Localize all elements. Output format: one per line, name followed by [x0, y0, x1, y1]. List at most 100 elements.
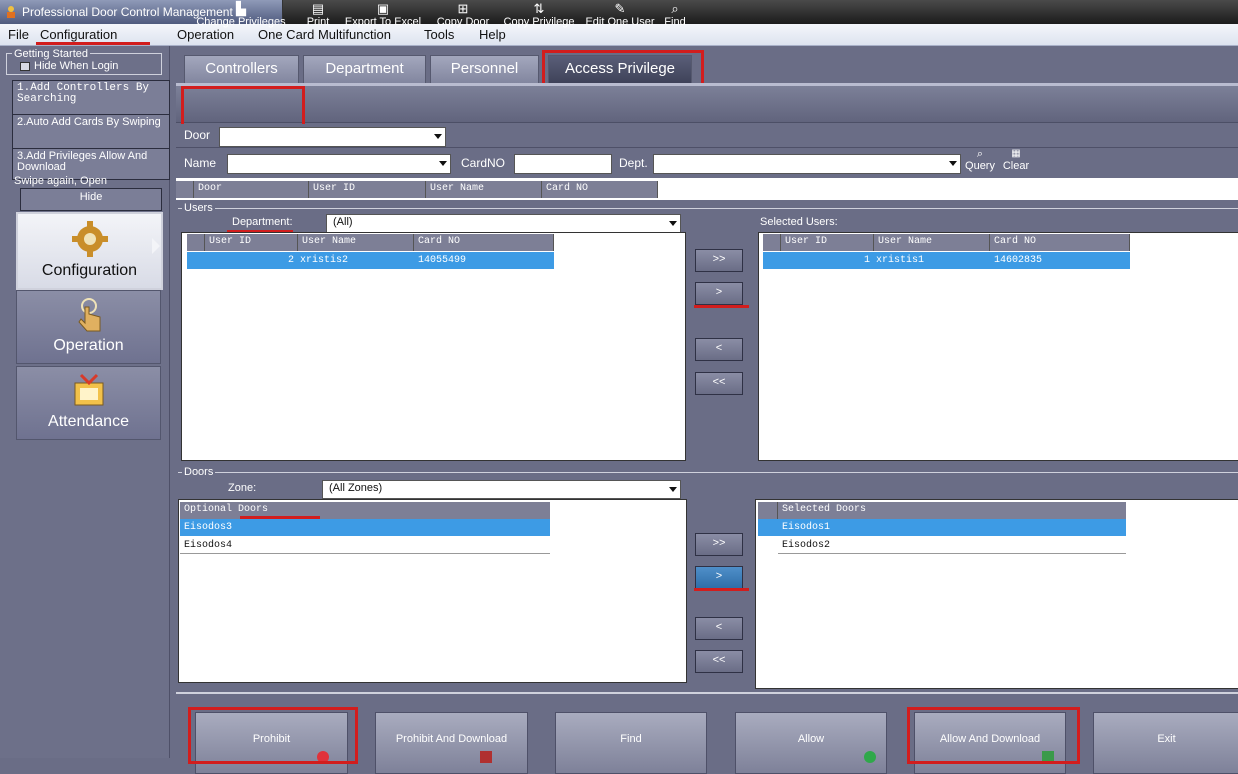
nav-operation[interactable]: Operation	[16, 290, 161, 364]
find-bottom-button[interactable]: Find	[555, 712, 707, 774]
selected-user-name[interactable]: xristis1	[874, 252, 990, 269]
add-all-doors-button[interactable]: >>	[695, 533, 743, 556]
nav-operation-label: Operation	[53, 337, 124, 354]
nav-attendance[interactable]: Attendance	[16, 366, 161, 440]
copy-privilege-label: Copy Privilege	[503, 16, 575, 28]
remove-door-button[interactable]: <	[695, 617, 743, 640]
name-filter-input[interactable]	[227, 154, 451, 174]
tab-access-privilege[interactable]: Access Privilege	[548, 55, 692, 84]
doors-group-label: Doors	[182, 466, 216, 478]
optional-doors-header[interactable]: Optional Doors	[180, 502, 550, 519]
available-header-user-name[interactable]: User Name	[298, 234, 414, 251]
remove-user-button[interactable]: <	[695, 338, 743, 361]
query-button[interactable]: ⌕ Query	[964, 148, 996, 176]
hide-when-login-checkbox[interactable]	[20, 62, 30, 71]
result-header-user-id[interactable]: User ID	[309, 181, 426, 198]
search-icon: ⌕	[976, 148, 984, 160]
clear-label: Clear	[1002, 160, 1030, 172]
export-excel-button[interactable]: ▣ Export To Excel	[338, 2, 428, 35]
remove-all-doors-button[interactable]: <<	[695, 650, 743, 673]
nav-configuration[interactable]: Configuration	[16, 212, 163, 290]
change-privileges-icon: ▙	[236, 1, 246, 16]
selected-header-user-id[interactable]: User ID	[781, 234, 874, 251]
selected-door-row[interactable]: Eisodos2	[778, 537, 1126, 554]
step-auto-add-cards[interactable]: 2.Auto Add Cards By Swiping	[12, 114, 170, 150]
chevron-down-icon	[434, 134, 442, 139]
nav-active-pointer	[152, 238, 160, 254]
prohibit-label: Prohibit	[252, 733, 291, 745]
tab-controllers[interactable]: Controllers	[184, 55, 299, 84]
selected-user-id[interactable]: 1	[781, 252, 874, 269]
edit-one-user-button[interactable]: ✎ Edit One User	[582, 2, 658, 35]
allow-button[interactable]: Allow	[735, 712, 887, 774]
tab-department[interactable]: Department	[303, 55, 426, 84]
add-all-users-button[interactable]: >>	[695, 249, 743, 272]
selected-user-card[interactable]: 14602835	[990, 252, 1130, 269]
prohibit-and-download-button[interactable]: Prohibit And Download	[375, 712, 528, 774]
menu-configuration[interactable]: Configuration	[40, 27, 117, 42]
copy-privilege-button[interactable]: ⇅ Copy Privilege	[498, 2, 580, 35]
optional-door-row[interactable]: Eisodos4	[180, 537, 550, 554]
department-value: (All)	[333, 216, 353, 228]
step-swipe-again: Swipe again, Open	[14, 175, 107, 187]
copy-door-icon: ⊞	[457, 1, 469, 16]
cardno-input[interactable]	[514, 154, 612, 174]
change-privileges-label: Change Privileges	[196, 16, 286, 28]
cardno-label: CardNO	[461, 156, 506, 170]
chevron-down-icon	[669, 221, 677, 226]
available-user-row-indicator	[187, 252, 205, 269]
result-header-card-no[interactable]: Card NO	[542, 181, 658, 198]
hide-button[interactable]: Hide	[20, 188, 162, 211]
edit-pencil-icon: ✎	[614, 1, 626, 16]
hide-when-login-label: Hide When Login	[34, 60, 119, 72]
allow-and-download-label: Allow And Download	[939, 733, 1041, 745]
tab-personnel[interactable]: Personnel	[430, 55, 539, 84]
chevron-down-icon	[439, 161, 447, 166]
clear-button[interactable]: ▦ Clear	[1000, 148, 1032, 176]
selected-users-corner	[763, 234, 781, 251]
selected-header-user-name[interactable]: User Name	[874, 234, 990, 251]
remove-all-users-button[interactable]: <<	[695, 372, 743, 395]
available-user-id[interactable]: 2	[205, 252, 298, 269]
available-header-user-id[interactable]: User ID	[205, 234, 298, 251]
copy-door-button[interactable]: ⊞ Copy Door	[430, 2, 496, 35]
selected-doors-header[interactable]: Selected Doors	[778, 502, 1126, 519]
zone-dropdown[interactable]: (All Zones)	[322, 480, 681, 499]
exit-button[interactable]: Exit	[1093, 712, 1238, 774]
find-toolbar-button[interactable]: ⌕ Find	[660, 2, 690, 35]
selected-user-row-indicator	[763, 252, 781, 269]
chevron-down-icon	[669, 487, 677, 492]
query-label: Query	[965, 160, 995, 172]
copy-privilege-icon: ⇅	[533, 1, 545, 16]
prohibit-icon	[317, 751, 329, 763]
optional-door-row[interactable]: Eisodos3	[180, 519, 550, 536]
printer-icon: ▤	[311, 1, 325, 16]
selected-doors-corner	[758, 502, 778, 519]
add-user-button[interactable]: >	[695, 282, 743, 305]
getting-started-title: Getting Started	[12, 48, 90, 60]
export-excel-label: Export To Excel	[344, 16, 422, 28]
available-user-name[interactable]: xristis2	[298, 252, 414, 269]
dept-dropdown[interactable]	[653, 154, 961, 174]
change-privileges-button[interactable]: ▙ Change Privileges	[186, 2, 296, 35]
available-header-card-no[interactable]: Card NO	[414, 234, 554, 251]
available-user-card[interactable]: 14055499	[414, 252, 554, 269]
result-grid-corner	[176, 181, 194, 198]
print-button[interactable]: ▤ Print	[298, 2, 338, 35]
excel-icon: ▣	[376, 1, 390, 16]
prohibit-button[interactable]: Prohibit	[195, 712, 348, 774]
selected-door-row[interactable]: Eisodos1	[778, 519, 1126, 536]
step-add-controllers[interactable]: 1.Add Controllers By Searching	[12, 80, 170, 116]
department-dropdown[interactable]: (All)	[326, 214, 681, 233]
available-users-corner	[187, 234, 205, 251]
users-group-label: Users	[182, 202, 215, 214]
edit-one-user-label: Edit One User	[585, 16, 655, 28]
result-header-user-name[interactable]: User Name	[426, 181, 542, 198]
result-header-door[interactable]: Door	[194, 181, 309, 198]
door-filter-dropdown[interactable]	[219, 127, 446, 147]
allow-and-download-button[interactable]: Allow And Download	[914, 712, 1066, 774]
find-toolbar-label: Find	[664, 16, 686, 28]
selected-header-card-no[interactable]: Card NO	[990, 234, 1130, 251]
add-door-button[interactable]: >	[695, 566, 743, 589]
menu-file[interactable]: File	[8, 27, 29, 42]
